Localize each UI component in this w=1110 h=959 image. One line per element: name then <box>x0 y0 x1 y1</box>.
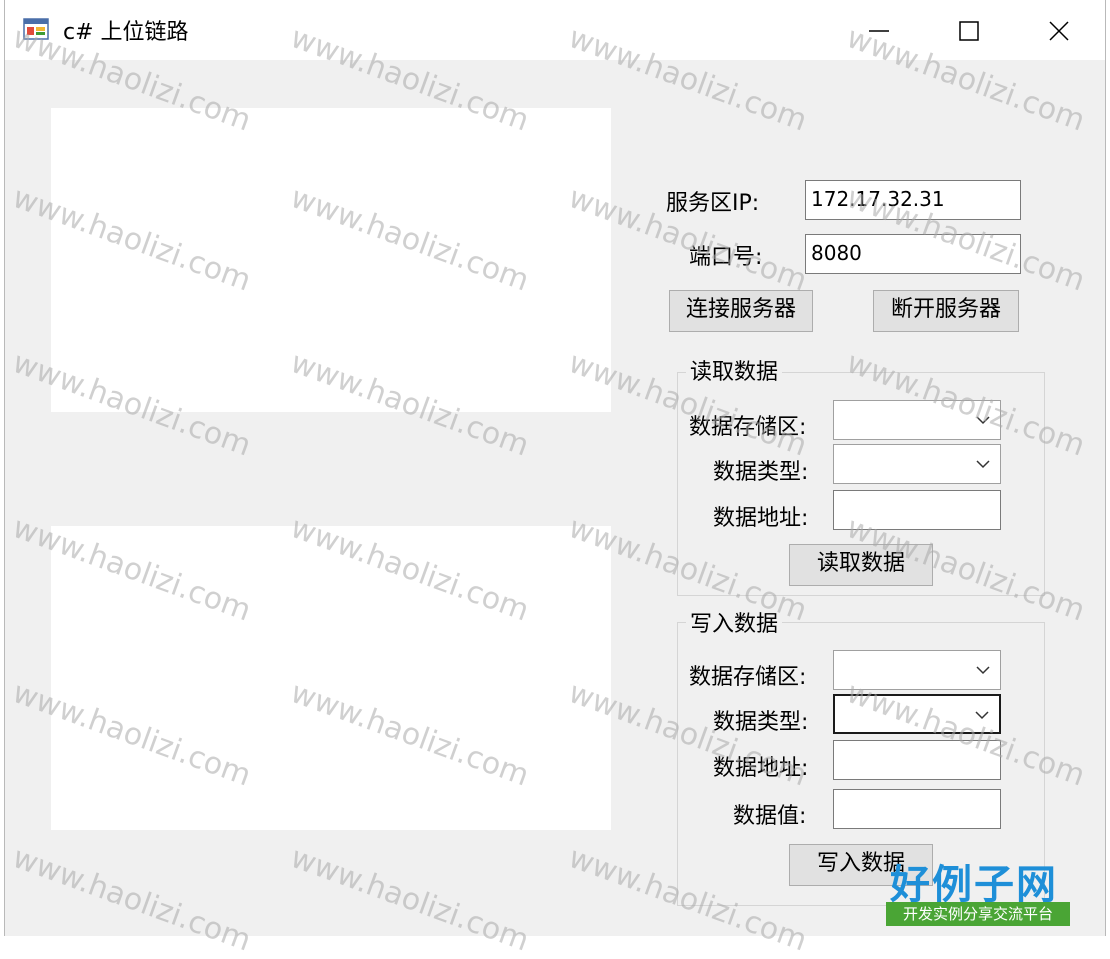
read-storage-select[interactable] <box>833 400 1001 440</box>
window-title: c# 上位链路 <box>63 20 189 45</box>
port-label: 端口号: <box>689 245 763 270</box>
write-address-input[interactable] <box>833 740 1001 780</box>
read-type-select[interactable] <box>833 444 1001 484</box>
chevron-down-icon <box>976 460 990 469</box>
chevron-down-icon <box>976 416 990 425</box>
write-storage-select[interactable] <box>833 650 1001 690</box>
read-address-input[interactable] <box>833 490 1001 530</box>
write-address-label: 数据地址: <box>713 756 809 781</box>
display-panel-bottom <box>51 526 611 830</box>
minimize-icon <box>869 30 889 32</box>
read-data-button[interactable]: 读取数据 <box>789 544 933 586</box>
write-storage-label: 数据存储区: <box>689 665 807 690</box>
app-icon <box>23 16 49 42</box>
maximize-icon <box>959 21 979 41</box>
haolizi-logo: 好例子网 开发实例分享交流平台 <box>886 852 1072 926</box>
minimize-button[interactable] <box>835 0 925 60</box>
form-client-area: 服务区IP: 172.17.32.31 端口号: 8080 连接服务器 断开服务… <box>5 60 1105 936</box>
write-type-select[interactable] <box>833 694 1001 734</box>
server-ip-input[interactable]: 172.17.32.31 <box>805 180 1021 220</box>
write-group-title: 写入数据 <box>686 606 783 638</box>
write-value-label: 数据值: <box>733 804 807 829</box>
read-address-label: 数据地址: <box>713 506 809 531</box>
read-type-label: 数据类型: <box>713 460 809 485</box>
connect-server-button[interactable]: 连接服务器 <box>669 290 813 332</box>
write-value-input[interactable] <box>833 789 1001 829</box>
read-storage-label: 数据存储区: <box>689 415 807 440</box>
read-group-title: 读取数据 <box>686 354 783 386</box>
display-panel-top <box>51 108 611 412</box>
logo-sub-text: 开发实例分享交流平台 <box>886 902 1070 926</box>
write-type-label: 数据类型: <box>713 710 809 735</box>
close-icon <box>1049 21 1069 41</box>
server-ip-label: 服务区IP: <box>666 191 760 216</box>
close-button[interactable] <box>1015 0 1105 60</box>
chevron-down-icon <box>976 666 990 675</box>
title-bar[interactable]: c# 上位链路 <box>5 0 1105 60</box>
app-window: c# 上位链路 服务区IP: 172.17.32.31 端口号: 8080 连接… <box>4 0 1106 936</box>
disconnect-server-button[interactable]: 断开服务器 <box>873 290 1019 332</box>
maximize-button[interactable] <box>925 0 1015 60</box>
chevron-down-icon <box>975 711 989 720</box>
port-input[interactable]: 8080 <box>805 234 1021 274</box>
